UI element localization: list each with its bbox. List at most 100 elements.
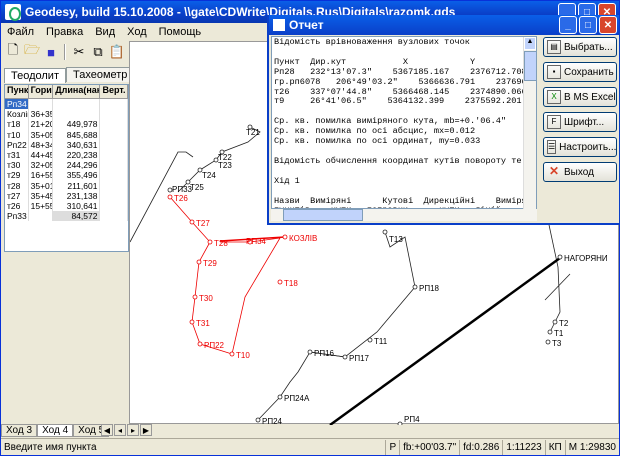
- report-vscroll[interactable]: ▲: [523, 37, 537, 209]
- menu-file[interactable]: Файл: [1, 26, 40, 38]
- table-cell[interactable]: 35+01: [29, 180, 54, 191]
- station-marker[interactable]: [545, 339, 551, 345]
- table-row[interactable]: Рп22 48+34 340,631: [5, 139, 128, 150]
- table-row[interactable]: т31 44+45 220,238: [5, 149, 128, 161]
- table-cell[interactable]: 44+45: [29, 149, 54, 161]
- table-cell[interactable]: 340,631: [53, 139, 101, 150]
- menu-edit[interactable]: Правка: [40, 26, 89, 38]
- tab-last-icon[interactable]: ▶: [140, 424, 152, 436]
- table-cell[interactable]: 84,572: [53, 211, 101, 222]
- table-cell[interactable]: [53, 109, 101, 120]
- table-cell[interactable]: 15+55: [29, 200, 54, 212]
- station-marker[interactable]: [207, 239, 213, 245]
- table-cell[interactable]: 21+20: [29, 119, 54, 130]
- table-cell[interactable]: 48+34: [29, 139, 54, 150]
- table-cell[interactable]: 16+55: [29, 170, 54, 181]
- station-marker[interactable]: [229, 351, 235, 357]
- save-report-button[interactable]: ▪ Сохранить: [543, 62, 617, 82]
- station-marker[interactable]: [255, 417, 261, 423]
- table-cell[interactable]: Рп33: [5, 211, 29, 222]
- station-marker[interactable]: [307, 349, 313, 355]
- station-marker[interactable]: [167, 194, 173, 200]
- table-cell[interactable]: т31: [5, 149, 29, 161]
- table-cell[interactable]: [100, 160, 128, 171]
- table-cell[interactable]: 211,601: [53, 180, 101, 191]
- report-text[interactable]: Відомість врівноваження вузлових точок П…: [271, 36, 537, 209]
- table-cell[interactable]: [29, 99, 54, 110]
- table-cell[interactable]: [100, 200, 128, 212]
- table-row[interactable]: т30 32+05 244,296: [5, 160, 128, 171]
- table-cell[interactable]: 845,688: [53, 129, 101, 140]
- station-marker[interactable]: [547, 329, 553, 335]
- table-row[interactable]: Рп33 84,572: [5, 211, 128, 222]
- table-row[interactable]: Рп34: [5, 99, 128, 110]
- table-cell[interactable]: т26: [5, 200, 29, 212]
- table-cell[interactable]: [100, 99, 128, 110]
- table-cell[interactable]: [100, 119, 128, 130]
- measurements-table[interactable]: Пункт Гориз. Длина(наклон) Верт. Рп34Коз…: [4, 84, 129, 252]
- menu-help[interactable]: Помощь: [153, 26, 208, 38]
- settings-button[interactable]: ☰ Настроить...: [543, 137, 617, 157]
- table-row[interactable]: т27 35+45 231,138: [5, 190, 128, 201]
- menu-view[interactable]: Вид: [89, 26, 121, 38]
- table-cell[interactable]: Рп34: [5, 99, 29, 110]
- save-icon[interactable]: ■: [42, 43, 60, 61]
- copy-icon[interactable]: ⧉: [89, 43, 107, 61]
- table-cell[interactable]: т10: [5, 129, 29, 140]
- table-cell[interactable]: 35+45: [29, 190, 54, 201]
- cut-icon[interactable]: ✂: [70, 43, 88, 61]
- station-marker[interactable]: [192, 294, 198, 300]
- table-cell[interactable]: 310,641: [53, 200, 101, 212]
- excel-button[interactable]: XВ MS Excel: [543, 87, 617, 107]
- table-cell[interactable]: т28: [5, 180, 29, 191]
- new-file-icon[interactable]: 🗋: [4, 42, 22, 61]
- table-cell[interactable]: т18: [5, 119, 29, 130]
- table-cell[interactable]: [100, 109, 128, 120]
- select-button[interactable]: ▤ Выбрать...: [543, 37, 617, 57]
- tab-theodolite[interactable]: Теодолит: [4, 68, 66, 83]
- table-cell[interactable]: 355,496: [53, 170, 101, 181]
- exit-button[interactable]: ✕ Выход: [543, 162, 617, 182]
- table-cell[interactable]: 231,138: [53, 190, 101, 201]
- tab-first-icon[interactable]: ◀: [101, 424, 113, 436]
- table-cell[interactable]: Рп22: [5, 139, 29, 150]
- table-row[interactable]: т18 21+20 449,978: [5, 119, 128, 130]
- table-row[interactable]: т28 35+01 211,601: [5, 180, 128, 191]
- station-marker[interactable]: [189, 319, 195, 325]
- station-marker[interactable]: [196, 259, 202, 265]
- table-row[interactable]: т26 15+55 310,641: [5, 200, 128, 212]
- station-marker[interactable]: [367, 337, 373, 343]
- table-cell[interactable]: Козлів: [5, 109, 29, 120]
- table-cell[interactable]: [29, 211, 54, 222]
- table-cell[interactable]: 32+05: [29, 160, 54, 171]
- station-marker[interactable]: [552, 319, 558, 325]
- station-marker[interactable]: [282, 234, 288, 240]
- report-minimize-button[interactable]: _: [559, 16, 577, 34]
- table-cell[interactable]: т29: [5, 170, 29, 181]
- table-cell[interactable]: 220,238: [53, 149, 101, 161]
- table-cell[interactable]: [100, 170, 128, 181]
- table-cell[interactable]: [100, 149, 128, 161]
- font-button[interactable]: F Шрифт...: [543, 112, 617, 132]
- tab-prev-icon[interactable]: ◂: [114, 424, 126, 436]
- report-maximize-button[interactable]: □: [579, 16, 597, 34]
- table-cell[interactable]: 449,978: [53, 119, 101, 130]
- report-close-button[interactable]: ✕: [599, 16, 617, 34]
- table-cell[interactable]: т27: [5, 190, 29, 201]
- station-marker[interactable]: [342, 354, 348, 360]
- open-folder-icon[interactable]: 🗁: [23, 42, 41, 61]
- menu-traverse[interactable]: Ход: [121, 26, 153, 38]
- table-cell[interactable]: [100, 129, 128, 140]
- table-cell[interactable]: т30: [5, 160, 29, 171]
- station-marker[interactable]: [277, 279, 283, 285]
- table-cell[interactable]: [100, 139, 128, 150]
- tab-next-icon[interactable]: ▸: [127, 424, 139, 436]
- table-cell[interactable]: [53, 99, 101, 110]
- table-cell[interactable]: 35+05: [29, 129, 54, 140]
- tab-tacheometer[interactable]: Тахеометр: [66, 67, 135, 82]
- station-marker[interactable]: [397, 421, 403, 427]
- table-cell[interactable]: [100, 211, 128, 222]
- report-hscroll[interactable]: [271, 209, 537, 221]
- table-cell[interactable]: 36+35: [29, 109, 54, 120]
- station-marker[interactable]: [277, 394, 283, 400]
